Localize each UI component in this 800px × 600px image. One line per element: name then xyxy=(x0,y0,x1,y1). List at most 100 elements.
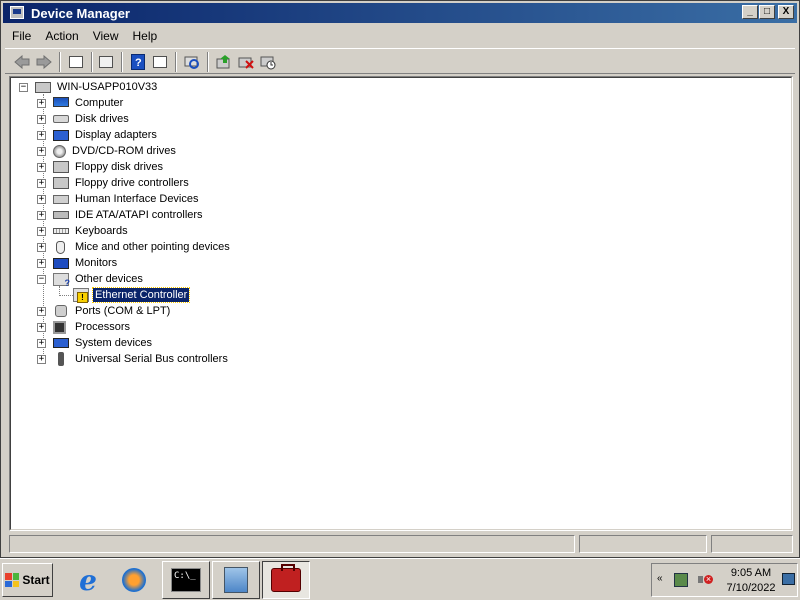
tree-item-dvd-drives[interactable]: + DVD/CD-ROM drives xyxy=(37,143,178,159)
warning-device-icon xyxy=(73,288,89,303)
tree-item-system-devices[interactable]: + System devices xyxy=(37,335,154,351)
menu-help[interactable]: Help xyxy=(126,26,165,46)
monitor-icon xyxy=(53,257,69,269)
port-icon xyxy=(55,305,67,317)
menu-file[interactable]: File xyxy=(5,26,38,46)
tree-item-ports[interactable]: + Ports (COM & LPT) xyxy=(37,303,172,319)
forward-button[interactable] xyxy=(35,53,53,71)
tree-item-label: Floppy disk drives xyxy=(75,161,164,173)
expand-toggle[interactable]: + xyxy=(37,146,46,156)
device-tree[interactable]: − WIN-USAPP010V33 + Computer + Disk driv… xyxy=(9,76,793,531)
floppy-controller-icon xyxy=(53,177,69,189)
taskbar-cmd[interactable]: C:\_ xyxy=(162,561,210,599)
expand-toggle[interactable]: + xyxy=(37,322,46,332)
forward-icon xyxy=(36,55,52,69)
tree-item-floppy-disk-drives[interactable]: + Floppy disk drives xyxy=(37,159,165,175)
taskbar: Start e C:\_ « 9:05 AM 7/10/2022 xyxy=(0,558,800,600)
status-cell-2 xyxy=(579,535,707,553)
quick-launch-ie[interactable]: e xyxy=(72,563,104,597)
menu-action[interactable]: Action xyxy=(38,26,85,46)
tree-item-label: Computer xyxy=(75,97,124,109)
tree-item-keyboards[interactable]: + Keyboards xyxy=(37,223,130,239)
menu-view[interactable]: View xyxy=(86,26,126,46)
tree-item-display-adapters[interactable]: + Display adapters xyxy=(37,127,159,143)
clock-time[interactable]: 9:05 AM xyxy=(726,567,776,579)
tree-item-usb-controllers[interactable]: + Universal Serial Bus controllers xyxy=(37,351,230,367)
tree-item-processors[interactable]: + Processors xyxy=(37,319,132,335)
properties-button[interactable] xyxy=(97,53,115,71)
update-driver-icon xyxy=(216,55,230,69)
tree-item-disk-drives[interactable]: + Disk drives xyxy=(37,111,131,127)
tree-item-label: IDE ATA/ATAPI controllers xyxy=(75,209,203,221)
back-button[interactable] xyxy=(13,53,31,71)
system-device-icon xyxy=(53,338,69,348)
display-adapter-icon xyxy=(53,129,69,141)
tree-item-monitors[interactable]: + Monitors xyxy=(37,255,119,271)
status-cell-3 xyxy=(711,535,793,553)
hid-icon xyxy=(53,194,69,204)
expand-toggle[interactable]: + xyxy=(37,354,46,364)
taskbar-explorer[interactable] xyxy=(212,561,260,599)
tree-item-mice[interactable]: + Mice and other pointing devices xyxy=(37,239,232,255)
expand-toggle[interactable]: + xyxy=(37,114,46,124)
help-button[interactable]: ? xyxy=(129,53,147,71)
svg-text:?: ? xyxy=(135,57,142,69)
up-button[interactable] xyxy=(67,53,85,71)
status-bar xyxy=(5,535,795,553)
collapse-root-toggle[interactable]: − xyxy=(19,82,28,92)
help-icon: ? xyxy=(131,54,145,70)
expand-toggle[interactable]: + xyxy=(37,178,46,188)
volume-muted-icon[interactable] xyxy=(698,573,713,587)
device-manager-app-icon xyxy=(10,6,24,19)
expand-toggle[interactable]: + xyxy=(37,98,46,108)
show-hidden-icons-chevron-icon[interactable]: « xyxy=(657,573,663,584)
tree-item-ide-controllers[interactable]: + IDE ATA/ATAPI controllers xyxy=(37,207,205,223)
close-button[interactable]: X xyxy=(778,5,794,19)
tree-item-label: System devices xyxy=(75,337,153,349)
start-button[interactable]: Start xyxy=(2,563,53,597)
back-icon xyxy=(14,55,30,69)
disable-button[interactable] xyxy=(259,53,277,71)
network-icon[interactable] xyxy=(674,573,688,587)
show-hide-tree-button[interactable] xyxy=(151,53,169,71)
computer-host-icon xyxy=(35,81,51,93)
tree-item-floppy-controllers[interactable]: + Floppy drive controllers xyxy=(37,175,191,191)
properties-icon xyxy=(99,56,113,68)
scan-hardware-icon xyxy=(184,56,199,69)
expand-toggle[interactable]: + xyxy=(37,194,46,204)
uninstall-button[interactable] xyxy=(237,53,255,71)
menu-bar: File Action View Help xyxy=(5,26,164,46)
expand-toggle[interactable]: + xyxy=(37,162,46,172)
maximize-button[interactable]: □ xyxy=(759,5,775,19)
clock-date[interactable]: 7/10/2022 xyxy=(722,582,780,594)
dvd-drive-icon xyxy=(53,144,66,158)
tree-item-hid[interactable]: + Human Interface Devices xyxy=(37,191,201,207)
tree-item-label: Mice and other pointing devices xyxy=(75,241,230,253)
quick-launch-media-player[interactable] xyxy=(118,564,150,596)
tree-item-label: Disk drives xyxy=(75,113,129,125)
up-icon xyxy=(69,56,83,68)
taskbar-device-manager[interactable] xyxy=(262,561,310,599)
tree-item-other-devices[interactable]: − Other devices xyxy=(37,271,145,288)
tree-item-computer[interactable]: + Computer xyxy=(37,95,125,111)
tree-root[interactable]: − WIN-USAPP010V33 xyxy=(19,79,159,95)
expand-toggle[interactable]: + xyxy=(37,306,46,316)
internet-explorer-icon: e xyxy=(79,563,97,597)
expand-toggle[interactable]: + xyxy=(37,210,46,220)
scan-hardware-button[interactable] xyxy=(183,53,201,71)
expand-toggle[interactable]: + xyxy=(37,242,46,252)
explorer-icon xyxy=(224,567,248,593)
update-driver-button[interactable] xyxy=(215,53,233,71)
tree-item-ethernet-controller[interactable]: Ethernet Controller xyxy=(73,287,191,303)
expand-toggle[interactable]: + xyxy=(37,338,46,348)
other-devices-icon xyxy=(53,272,70,288)
expand-toggle[interactable]: + xyxy=(37,258,46,268)
title-bar[interactable]: Device Manager _ □ X xyxy=(3,3,797,23)
expand-toggle[interactable]: + xyxy=(37,130,46,140)
expand-toggle[interactable]: + xyxy=(37,226,46,236)
media-player-icon xyxy=(122,568,146,592)
collapse-toggle[interactable]: − xyxy=(37,274,46,284)
disable-icon xyxy=(260,56,276,70)
show-desktop-icon[interactable] xyxy=(782,573,795,585)
minimize-button[interactable]: _ xyxy=(742,5,758,19)
